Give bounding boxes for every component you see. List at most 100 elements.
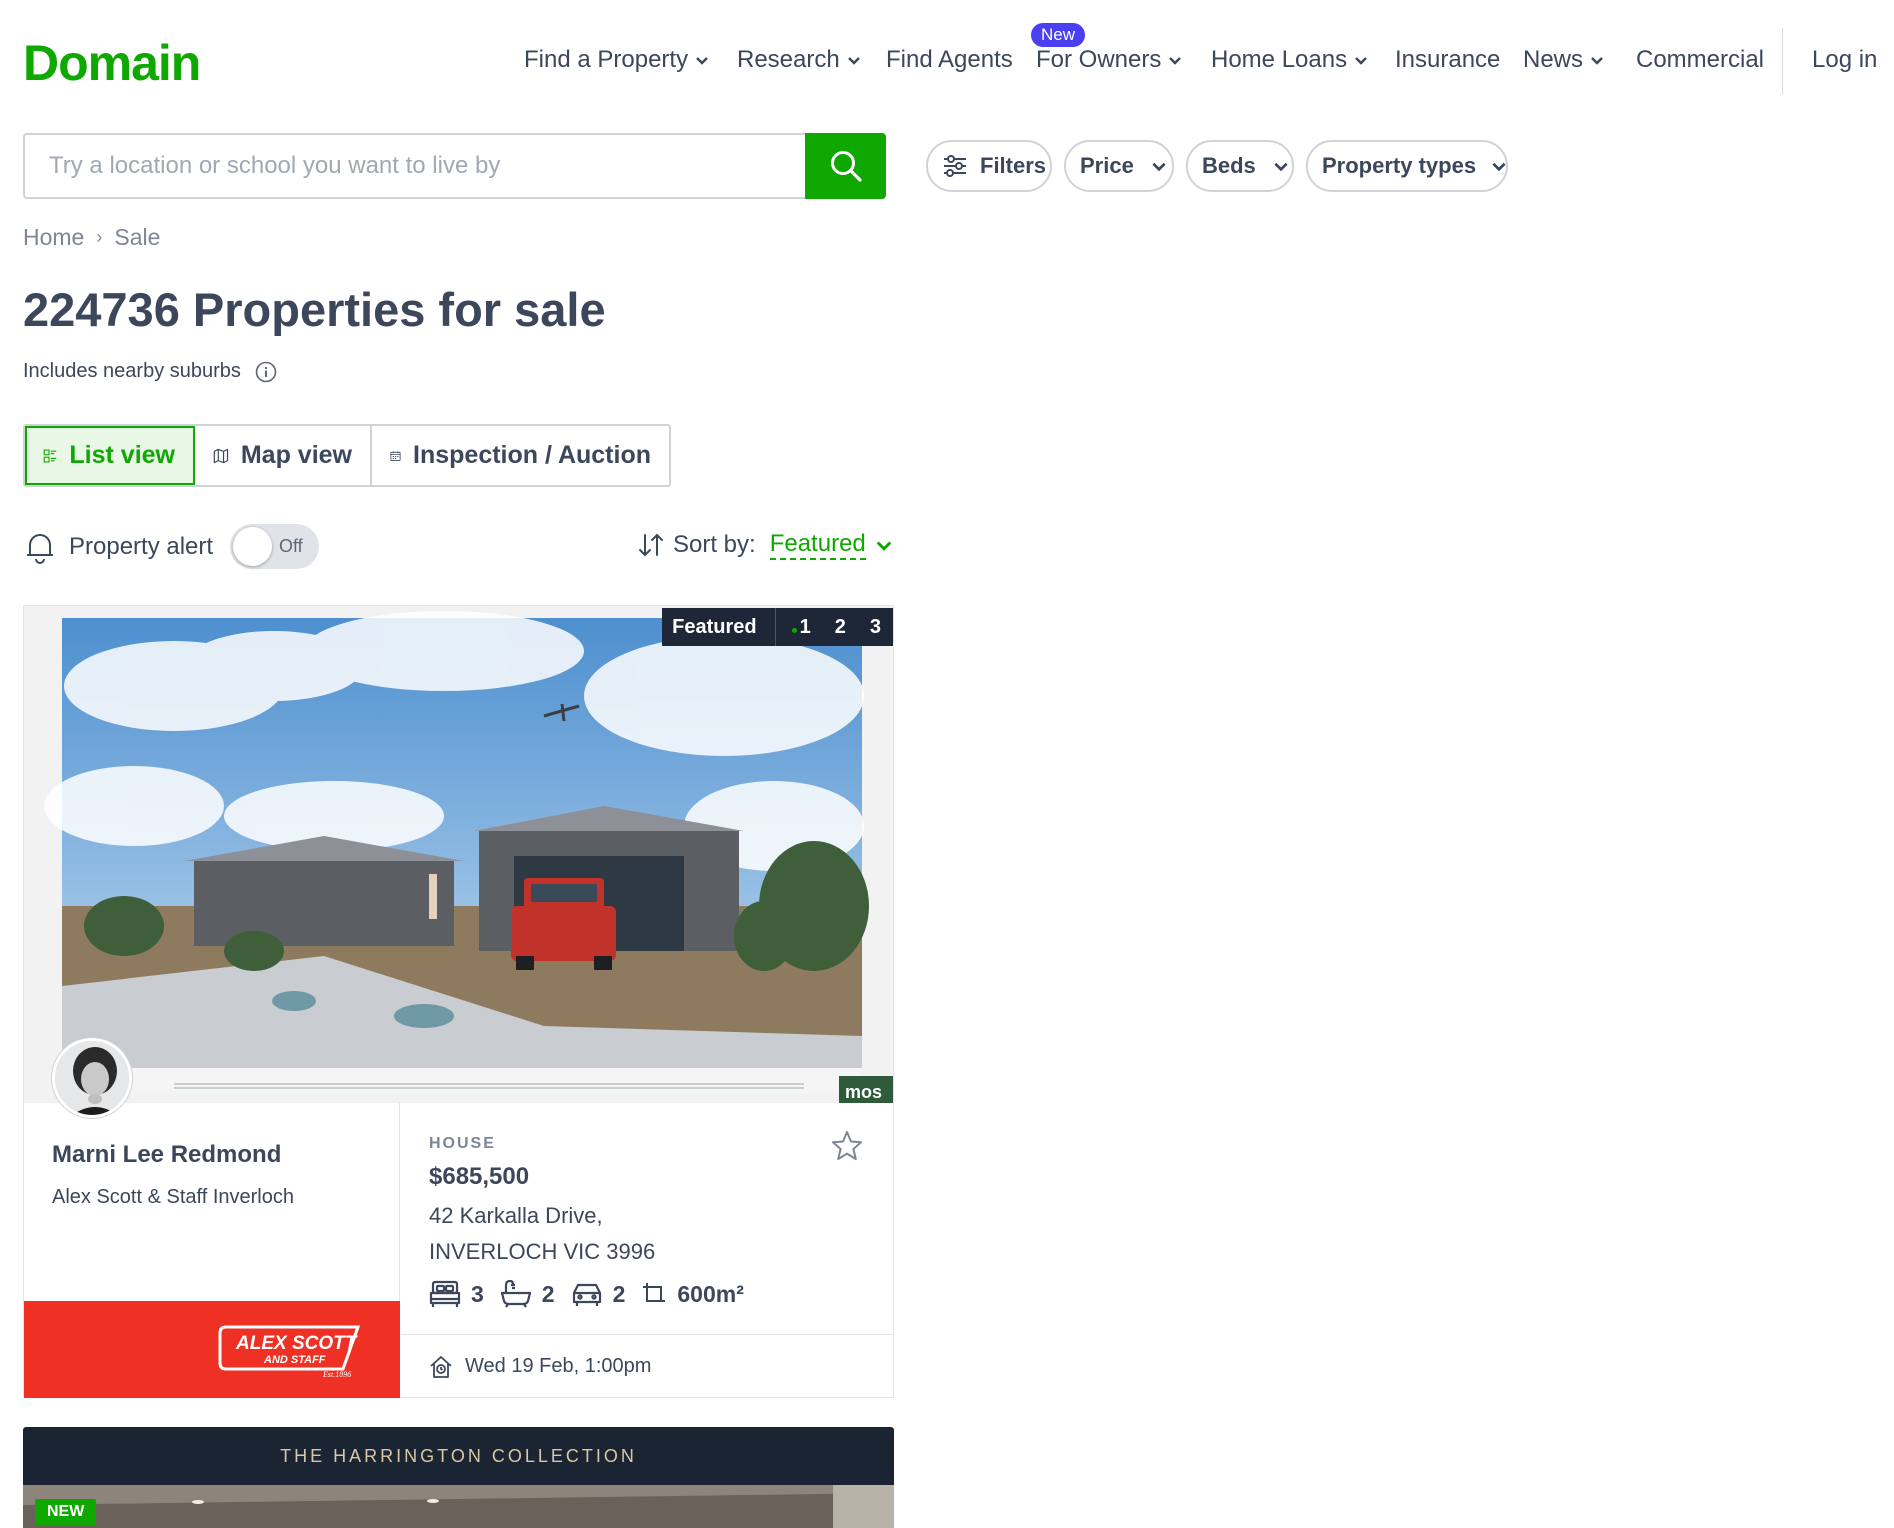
bath-icon xyxy=(500,1279,531,1308)
calendar-icon xyxy=(390,450,401,461)
chevron-down-icon[interactable] xyxy=(874,535,894,555)
sliders-icon xyxy=(944,155,966,177)
agency-name: Alex Scott & Staff Inverloch xyxy=(52,1186,294,1208)
search-field[interactable] xyxy=(23,133,806,199)
nav-insurance[interactable]: Insurance xyxy=(1395,46,1500,74)
agent-panel[interactable]: Marni Lee Redmond Alex Scott & Staff Inv… xyxy=(24,1103,400,1398)
nav-label: Find a Property xyxy=(524,46,689,73)
inspection-time[interactable]: Wed 19 Feb, 1:00pm xyxy=(401,1334,893,1398)
property-alert: Property alert xyxy=(23,524,213,570)
login-label: Log in xyxy=(1812,46,1878,73)
land-size-icon xyxy=(643,1283,666,1302)
chevron-down-icon xyxy=(696,57,708,65)
info-icon[interactable] xyxy=(255,361,277,383)
nav-label: Commercial xyxy=(1636,46,1765,73)
nav-research[interactable]: Research xyxy=(737,46,862,74)
address-line-2[interactable]: INVERLOCH VIC 3996 xyxy=(429,1239,655,1265)
beds-filter-label: Beds xyxy=(1202,153,1256,178)
tab-map-view[interactable]: Map view xyxy=(195,426,372,485)
new-listing-badge: NEW xyxy=(35,1499,97,1525)
carousel-pager: 1 2 3 xyxy=(776,616,893,639)
chevron-down-icon xyxy=(1152,162,1166,172)
agent-avatar[interactable] xyxy=(52,1038,132,1118)
main-nav: Find a Property Research Find Agents For… xyxy=(0,46,1894,80)
inspection-text: Wed 19 Feb, 1:00pm xyxy=(465,1355,652,1377)
page-title: 224736 Properties for sale xyxy=(23,283,606,336)
chevron-down-icon xyxy=(1355,57,1367,65)
listing-card[interactable]: mos Featured 1 2 3 Marni Lee Redmond Ale… xyxy=(23,605,894,1398)
listing-photo[interactable]: mos Featured 1 2 3 xyxy=(24,606,893,1103)
nav-commercial[interactable]: Commercial xyxy=(1636,46,1764,74)
house-render-illustration: mos xyxy=(24,606,893,1103)
toggle-knob xyxy=(233,527,272,566)
shortlist-star-icon[interactable] xyxy=(830,1129,864,1163)
sort-dropdown[interactable]: Featured xyxy=(769,530,866,560)
carousel-page-3[interactable]: 3 xyxy=(870,616,881,639)
sort-label: Sort by: xyxy=(673,531,756,558)
nav-for-owners[interactable]: For Owners xyxy=(1036,46,1183,74)
beds-filter[interactable]: Beds xyxy=(1186,140,1294,192)
nav-divider xyxy=(1782,28,1783,94)
active-dot-icon xyxy=(791,627,797,633)
view-tabs: List view Map view Inspection / Auction xyxy=(23,424,671,487)
search-button[interactable] xyxy=(805,133,886,199)
nav-find-agents[interactable]: Find Agents xyxy=(886,46,1013,74)
carousel-page-2[interactable]: 2 xyxy=(835,616,846,639)
collection-banner: THE HARRINGTON COLLECTION xyxy=(23,1427,894,1485)
breadcrumb-home[interactable]: Home xyxy=(23,224,84,251)
listing-card-2[interactable]: THE HARRINGTON COLLECTION NEW xyxy=(23,1427,894,1528)
agency-banner[interactable]: ALEX SCOTT AND STAFF Est.1896 xyxy=(24,1301,400,1398)
breadcrumb-separator: › xyxy=(96,227,103,247)
property-type: HOUSE xyxy=(429,1135,496,1152)
price-filter[interactable]: Price xyxy=(1064,140,1174,192)
beds-count: 3 xyxy=(471,1280,484,1307)
price-filter-label: Price xyxy=(1080,153,1134,178)
tab-label: List view xyxy=(69,441,175,469)
baths-feature: 2 xyxy=(500,1279,555,1309)
chevron-down-icon xyxy=(847,57,860,65)
listing-photo-2[interactable] xyxy=(23,1485,894,1528)
filters-label: Filters xyxy=(980,153,1047,178)
subtitle-text: Includes nearby suburbs xyxy=(23,360,241,382)
address-line-1[interactable]: 42 Karkalla Drive, xyxy=(429,1203,603,1229)
breadcrumb: Home › Sale xyxy=(23,224,160,251)
tab-inspection-auction[interactable]: Inspection / Auction xyxy=(372,426,669,485)
listing-price: $685,500 xyxy=(429,1163,530,1190)
chevron-down-icon xyxy=(1591,57,1603,65)
login-link[interactable]: Log in xyxy=(1812,46,1877,74)
chevron-down-icon xyxy=(1274,162,1288,172)
search-icon xyxy=(830,151,862,182)
parking-count: 2 xyxy=(612,1280,626,1307)
open-home-icon xyxy=(430,1355,452,1378)
land-size-feature: 600m² xyxy=(641,1281,744,1308)
nav-label: Find Agents xyxy=(886,46,1013,73)
nav-label: Home Loans xyxy=(1211,46,1348,73)
featured-carousel-bar: Featured 1 2 3 xyxy=(662,608,893,646)
carousel-page-1[interactable]: 1 xyxy=(791,616,811,639)
property-alert-label: Property alert xyxy=(69,533,214,560)
bell-icon xyxy=(27,534,53,564)
beds-feature: 3 xyxy=(429,1279,484,1309)
map-icon xyxy=(213,448,229,463)
nav-home-loans[interactable]: Home Loans xyxy=(1211,46,1369,74)
nav-label: Research xyxy=(737,46,840,73)
toggle-state: Off xyxy=(279,536,303,556)
property-types-filter[interactable]: Property types xyxy=(1306,140,1508,192)
tab-list-view[interactable]: List view xyxy=(25,426,195,485)
interior-photo-illustration xyxy=(23,1485,894,1528)
results-subtitle: Includes nearby suburbs xyxy=(23,360,277,383)
svg-text:ALEX SCOTT: ALEX SCOTT xyxy=(235,1333,358,1354)
parking-feature: 2 xyxy=(571,1279,626,1309)
property-alert-toggle[interactable]: Off xyxy=(230,524,319,569)
bed-icon xyxy=(429,1280,461,1307)
search-input[interactable] xyxy=(49,152,782,180)
listing-info[interactable]: HOUSE $685,500 42 Karkalla Drive, INVERL… xyxy=(401,1103,893,1398)
agent-name[interactable]: Marni Lee Redmond xyxy=(52,1141,281,1169)
nav-news[interactable]: News xyxy=(1523,46,1605,74)
breadcrumb-current[interactable]: Sale xyxy=(114,224,160,251)
filters-button[interactable]: Filters xyxy=(926,140,1052,192)
tab-label: Map view xyxy=(240,441,352,469)
nav-find-a-property[interactable]: Find a Property xyxy=(524,46,710,74)
sort-icon xyxy=(639,533,663,557)
property-features: 3 2 2 600m² xyxy=(429,1279,760,1309)
